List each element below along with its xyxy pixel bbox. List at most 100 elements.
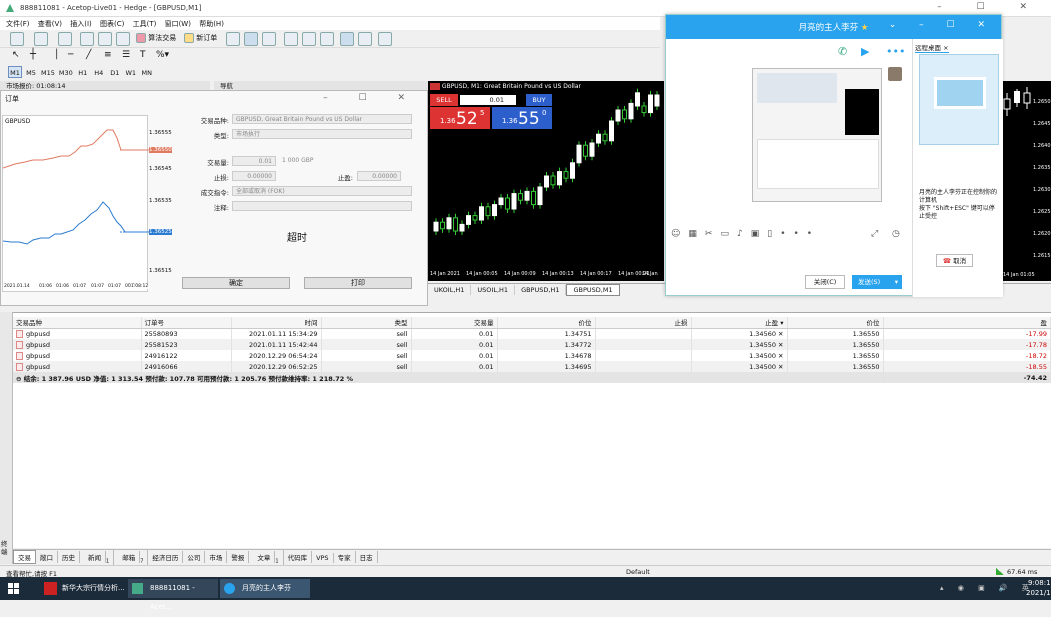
tf-m1[interactable]: M1	[8, 66, 22, 78]
close-chat-button[interactable]: 关闭(C)	[805, 275, 845, 289]
remote-tab[interactable]: 远程桌面 ×	[915, 42, 949, 53]
tab-calendar[interactable]: 经济日历	[148, 551, 184, 563]
menu-help[interactable]: 帮助(H)	[199, 19, 224, 29]
image-icon[interactable]: ▣	[751, 229, 768, 239]
tab-codebase[interactable]: 代码库	[284, 551, 313, 563]
tf-w1[interactable]: W1	[124, 66, 138, 78]
tab-articles[interactable]: 文章 1	[249, 550, 284, 566]
remove-tp-icon[interactable]: ✕	[776, 330, 783, 338]
new-order-button[interactable]: 新订单	[184, 33, 217, 43]
type-select[interactable]: 市场执行	[232, 129, 412, 139]
history-icon[interactable]: ◷	[892, 229, 900, 239]
remove-tp-icon[interactable]: ✕	[776, 352, 783, 360]
signals-icon[interactable]	[116, 32, 130, 46]
menu-view[interactable]: 查看(V)	[38, 19, 62, 29]
music-icon[interactable]: ♪	[737, 229, 751, 239]
volume-input[interactable]: 0.01	[232, 156, 276, 166]
tab-gbpusd-h1[interactable]: GBPUSD,H1	[515, 285, 567, 295]
col-open-price[interactable]: 价位	[497, 317, 596, 329]
tab-market[interactable]: 市场	[205, 551, 228, 563]
tf-m30[interactable]: M30	[58, 66, 74, 78]
tab-usoil-h1[interactable]: USOIL,H1	[471, 285, 516, 295]
text-icon[interactable]: T	[140, 50, 146, 60]
folder-icon[interactable]: ▭	[720, 229, 737, 239]
fibonacci-icon[interactable]: ☰	[122, 50, 130, 60]
tab-ukoil-h1[interactable]: UKOIL,H1	[428, 285, 472, 295]
clock-date[interactable]: 2021/1	[1026, 589, 1051, 597]
new-chart-icon[interactable]	[10, 32, 24, 46]
tab-exposure[interactable]: 敞口	[36, 551, 58, 563]
menu-window[interactable]: 窗口(W)	[165, 19, 191, 29]
window-controls[interactable]: – ☐ ✕	[937, 2, 1043, 12]
symbol-select[interactable]: GBPUSD, Great Britain Pound vs US Dollar	[232, 114, 412, 124]
stop-loss-input[interactable]: 0.00000	[232, 171, 276, 181]
table-row[interactable]: gbpusd 24916066 2020.12.29 06:52:25 sell 0.0…	[13, 361, 1051, 372]
fill-policy-select[interactable]: 全部或取消 (FOK)	[232, 186, 412, 196]
zoom-out-icon[interactable]	[302, 32, 316, 46]
col-volume[interactable]: 交易量	[411, 317, 498, 329]
price-chart[interactable]: GBPUSD, M1: Great Britain Pound vs US Do…	[428, 81, 664, 281]
close-tab-icon[interactable]: ×	[943, 44, 948, 52]
crosshair-icon[interactable]: ┼	[30, 49, 36, 60]
tab-experts[interactable]: 专家	[334, 551, 356, 563]
collapse-icon[interactable]: ⊖	[16, 375, 24, 383]
col-symbol[interactable]: 交易品种	[13, 317, 142, 329]
channel-icon[interactable]: ≡	[104, 50, 112, 60]
shapes-icon[interactable]: %▾	[156, 50, 169, 60]
tab-alerts[interactable]: 警报	[227, 551, 250, 563]
tab-vps[interactable]: VPS	[312, 553, 334, 563]
tile-icon[interactable]	[320, 32, 334, 46]
table-row[interactable]: gbpusd 25581523 2021.01.11 15:42:44 sell 0.0…	[13, 339, 1051, 350]
remove-tp-icon[interactable]: ✕	[776, 341, 783, 349]
menu-file[interactable]: 文件(F)	[6, 19, 30, 29]
cancel-control-button[interactable]: ☎ 取消	[936, 254, 973, 267]
table-row[interactable]: gbpusd 24916122 2020.12.29 06:54:24 sell 0.0…	[13, 350, 1051, 361]
autoscroll-icon[interactable]	[340, 32, 354, 46]
tf-mn[interactable]: MN	[140, 66, 154, 78]
bar-chart-icon[interactable]	[226, 32, 240, 46]
menu-insert[interactable]: 插入(I)	[70, 19, 92, 29]
scissors-icon[interactable]: ✂	[705, 229, 721, 239]
tab-news[interactable]: 新闻 1	[80, 550, 115, 566]
tf-m15[interactable]: M15	[40, 66, 56, 78]
send-dropdown-icon[interactable]: ▾	[895, 275, 898, 289]
dialog-controls[interactable]: – ☐ ✕	[323, 93, 419, 103]
market-watch-icon[interactable]	[58, 32, 72, 46]
profiles-icon[interactable]	[34, 32, 48, 46]
remote-window-controls[interactable]: ⌄ – ☐ ✕	[889, 20, 995, 30]
phone-share-icon[interactable]: ▯	[767, 229, 780, 239]
tab-journal[interactable]: 日志	[356, 551, 378, 563]
line-chart-icon[interactable]	[262, 32, 276, 46]
col-profit[interactable]: 盈	[883, 317, 1051, 329]
col-price[interactable]: 价位	[787, 317, 884, 329]
indicators-icon[interactable]	[378, 32, 392, 46]
col-time[interactable]: 时间	[231, 317, 322, 329]
navigator-icon[interactable]	[98, 32, 112, 46]
col-type[interactable]: 类型	[321, 317, 412, 329]
print-button[interactable]: 打印	[304, 277, 412, 289]
tf-d1[interactable]: D1	[108, 66, 122, 78]
vertical-line-icon[interactable]: │	[54, 50, 59, 60]
phone-icon[interactable]: ✆	[838, 45, 847, 58]
data-window-icon[interactable]	[80, 32, 94, 46]
clock-time[interactable]: 9:08:1	[1028, 579, 1051, 587]
start-icon[interactable]	[8, 583, 19, 594]
remove-tp-icon[interactable]: ✕	[776, 363, 783, 371]
more-tools-icon[interactable]: •••	[780, 229, 820, 239]
tf-h1[interactable]: H1	[76, 66, 90, 78]
candlestick-icon[interactable]	[244, 32, 258, 46]
tab-history[interactable]: 历史	[58, 551, 80, 563]
tab-company[interactable]: 公司	[183, 551, 206, 563]
col-sl[interactable]: 止损	[595, 317, 692, 329]
expand-icon[interactable]: ⤢	[871, 229, 878, 239]
zoom-in-icon[interactable]	[284, 32, 298, 46]
emoji-icon[interactable]: ☺	[671, 229, 688, 239]
cursor-icon[interactable]: ↖	[12, 50, 20, 60]
gif-icon[interactable]: ▦	[688, 229, 705, 239]
menu-charts[interactable]: 图表(C)	[100, 19, 124, 29]
ok-button[interactable]: 确定	[182, 277, 290, 289]
tab-gbpusd-m1[interactable]: GBPUSD,M1	[566, 284, 620, 296]
tf-m5[interactable]: M5	[24, 66, 38, 78]
taskbar-item-remote[interactable]: 月亮的主人李芬	[220, 579, 310, 598]
horizontal-line-icon[interactable]: ─	[68, 50, 73, 60]
